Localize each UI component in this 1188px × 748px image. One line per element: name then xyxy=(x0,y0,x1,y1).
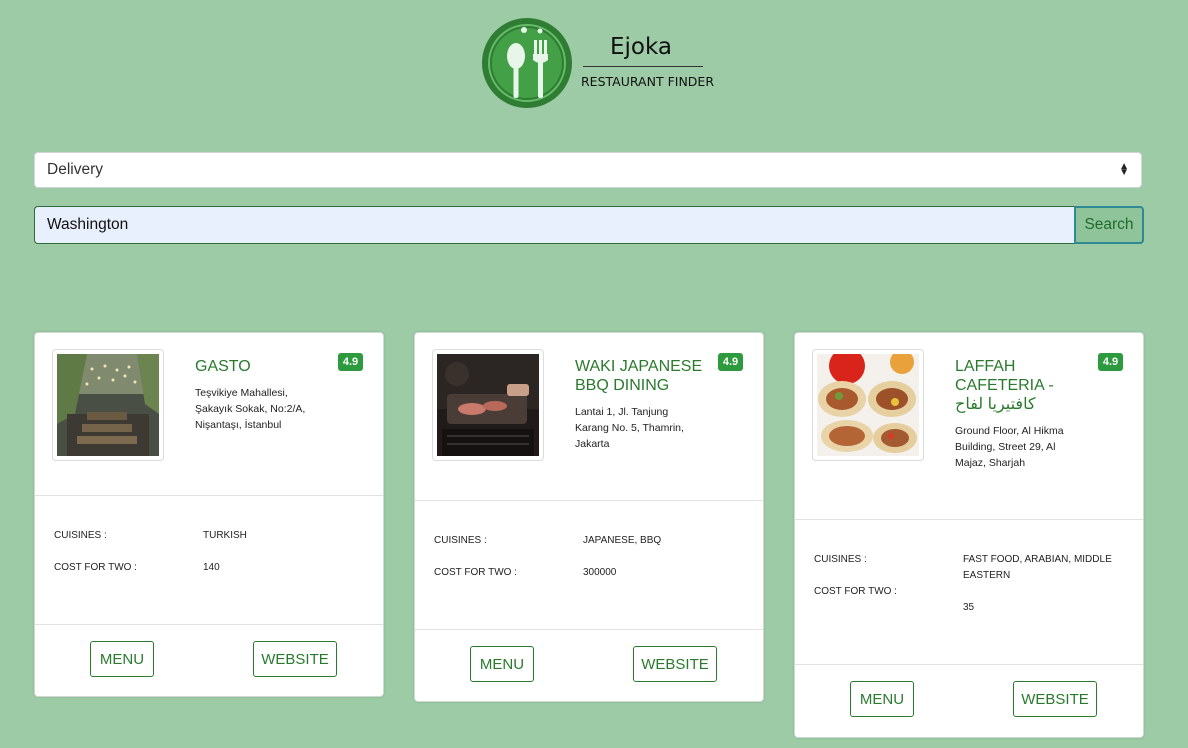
card-divider xyxy=(415,629,763,630)
bbq-food-photo-icon xyxy=(437,354,539,456)
restaurant-card: GASTO 4.9 Teşvikiye Mahallesi, Şakayık S… xyxy=(34,332,384,697)
card-divider xyxy=(795,519,1143,520)
cuisines-value: TURKISH xyxy=(203,530,247,541)
restaurant-name: WAKI JAPANESE BBQ DINING xyxy=(575,358,703,394)
select-arrows-icon: ▲ ▼ xyxy=(1119,161,1129,178)
order-type-value: Delivery xyxy=(47,161,103,178)
cuisines-value: FAST FOOD, ARABIAN, MIDDLE EASTERN xyxy=(963,554,1112,581)
rating-badge: 4.9 xyxy=(718,353,743,371)
brand-divider xyxy=(583,66,703,67)
restaurant-address: Lantai 1, Jl. Tanjung Karang No. 5, Tham… xyxy=(575,406,684,450)
cuisines-label: CUISINES : xyxy=(814,554,867,565)
cost-label: COST FOR TWO : xyxy=(434,567,517,578)
website-button[interactable]: WEBSITE xyxy=(1013,681,1097,717)
restaurant-image xyxy=(432,349,544,461)
card-divider xyxy=(35,624,383,625)
restaurant-address: Ground Floor, Al Hikma Building, Street … xyxy=(955,425,1064,469)
card-divider xyxy=(35,495,383,496)
website-button[interactable]: WEBSITE xyxy=(253,641,337,677)
order-type-select[interactable]: Delivery ▲ ▼ xyxy=(34,152,1142,188)
cost-label: COST FOR TWO : xyxy=(814,586,897,597)
rating-badge: 4.9 xyxy=(1098,353,1123,371)
restaurant-interior-photo-icon xyxy=(57,354,159,456)
menu-button[interactable]: MENU xyxy=(90,641,154,677)
cost-label: COST FOR TWO : xyxy=(54,562,137,573)
restaurant-card: WAKI JAPANESE BBQ DINING 4.9 Lantai 1, J… xyxy=(414,332,764,702)
cuisines-label: CUISINES : xyxy=(54,530,107,541)
cuisines-label: CUISINES : xyxy=(434,535,487,546)
restaurant-address: Teşvikiye Mahallesi, Şakayık Sokak, No:2… xyxy=(195,387,306,431)
brand-logo: Ejoka RESTAURANT FINDER xyxy=(480,16,720,110)
rating-badge: 4.9 xyxy=(338,353,363,371)
search-input[interactable]: Washington xyxy=(34,206,1074,244)
cost-value: 300000 xyxy=(583,567,617,578)
restaurant-image xyxy=(52,349,164,461)
card-divider xyxy=(415,500,763,501)
restaurant-name: LAFFAH CAFETERIA - كافتيريا لفاح xyxy=(955,358,1054,413)
cost-value: 35 xyxy=(963,602,975,613)
restaurant-image xyxy=(812,349,924,461)
search-button[interactable]: Search xyxy=(1074,206,1144,244)
brand-subtitle: RESTAURANT FINDER xyxy=(581,74,715,89)
menu-button[interactable]: MENU xyxy=(470,646,534,682)
brand-name: Ejoka xyxy=(610,34,673,60)
restaurant-name: GASTO xyxy=(195,358,251,375)
card-divider xyxy=(795,664,1143,665)
cost-value: 140 xyxy=(203,562,220,573)
wrap-food-photo-icon xyxy=(817,354,919,456)
website-button[interactable]: WEBSITE xyxy=(633,646,717,682)
menu-button[interactable]: MENU xyxy=(850,681,914,717)
cutlery-logo-icon xyxy=(482,18,572,108)
restaurant-card: LAFFAH CAFETERIA - كافتيريا لفاح 4.9 Gro… xyxy=(794,332,1144,738)
search-bar: Washington Search xyxy=(34,206,1144,244)
cuisines-value: JAPANESE, BBQ xyxy=(583,535,662,546)
